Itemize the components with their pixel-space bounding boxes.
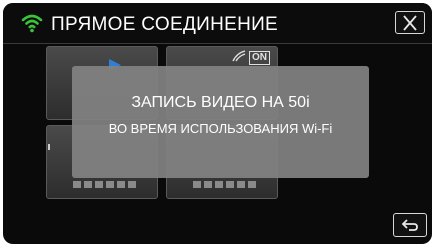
back-arrow-icon: [401, 219, 418, 231]
wifi-icon: [21, 14, 43, 33]
page-title: ПРЯМОЕ СОЕДИНЕНИЕ: [51, 14, 279, 35]
message-popup: ЗАПИСЬ ВИДЕО НА 50i ВО ВРЕМЯ ИСПОЛЬЗОВАН…: [72, 66, 369, 178]
device-frame: ПРЯМОЕ СОЕДИНЕНИЕ ON ЗАПИСЬ ВИДЕО НА 50i…: [0, 0, 435, 247]
popup-message-line2: ВО ВРЕМЯ ИСПОЛЬЗОВАНИЯ Wi-Fi: [108, 121, 333, 136]
camera-screen: ПРЯМОЕ СОЕДИНЕНИЕ ON ЗАПИСЬ ВИДЕО НА 50i…: [3, 3, 432, 244]
close-icon: [403, 15, 417, 31]
popup-message-line1: ЗАПИСЬ ВИДЕО НА 50i: [131, 94, 310, 111]
divider-mark: [48, 144, 50, 150]
signal-icon: [232, 50, 246, 62]
back-button[interactable]: [393, 213, 427, 237]
close-button[interactable]: [395, 11, 425, 34]
masked-text: [73, 181, 136, 188]
on-badge: ON: [249, 51, 270, 65]
header-bar: ПРЯМОЕ СОЕДИНЕНИЕ: [3, 3, 432, 44]
masked-text: [193, 181, 256, 188]
